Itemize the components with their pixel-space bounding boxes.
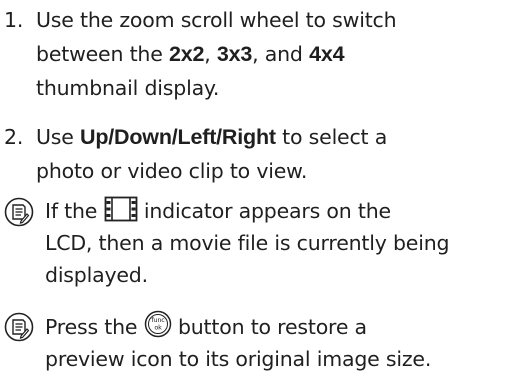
thumbnail-option-3x3: 3x3 bbox=[216, 42, 253, 66]
note-1-line-3: displayed. bbox=[45, 263, 148, 287]
note-text: If the indicator appears on the LCD, the… bbox=[45, 195, 510, 291]
note-text: Press the func ok button to restore a pr… bbox=[45, 310, 510, 375]
thumbnail-option-4x4: 4x4 bbox=[309, 42, 345, 66]
step-1-line-2-lead: between the bbox=[36, 42, 169, 66]
note-2-lead: Press the bbox=[45, 315, 144, 339]
step-1-line-1: Use the zoom scroll wheel to switch bbox=[36, 8, 397, 32]
button-label-bottom: ok bbox=[154, 324, 162, 332]
thumbnail-option-2x2: 2x2 bbox=[168, 42, 205, 66]
separator: , and bbox=[252, 42, 310, 66]
note-2-after: button to restore a bbox=[171, 315, 367, 339]
step-text: Use Up/Down/Left/Right to select a photo… bbox=[36, 120, 506, 188]
step-number: 2. bbox=[4, 125, 24, 149]
note-1-lead: If the bbox=[45, 199, 104, 223]
step-number: 1. bbox=[4, 8, 24, 32]
memo-icon bbox=[4, 197, 34, 227]
direction-buttons: Up/Down/Left/Right bbox=[80, 125, 276, 149]
step-1-line-3: thumbnail display. bbox=[36, 76, 220, 100]
func-ok-button-icon: func ok bbox=[144, 310, 171, 338]
note-2-line-2: preview icon to its original image size. bbox=[45, 347, 432, 371]
note-1-line-2: LCD, then a movie file is currently bein… bbox=[45, 231, 450, 255]
step-text: Use the zoom scroll wheel to switch betw… bbox=[36, 3, 506, 105]
manual-page: 1. Use the zoom scroll wheel to switch b… bbox=[0, 0, 513, 388]
separator: , bbox=[204, 42, 217, 66]
note-1-after: indicator appears on the bbox=[137, 199, 391, 223]
memo-icon bbox=[4, 312, 34, 342]
step-2-lead: Use bbox=[36, 125, 81, 149]
film-strip-icon bbox=[104, 196, 137, 222]
step-2-line-1-end: to select a bbox=[275, 125, 388, 149]
step-2-line-2: photo or video clip to view. bbox=[36, 159, 308, 183]
